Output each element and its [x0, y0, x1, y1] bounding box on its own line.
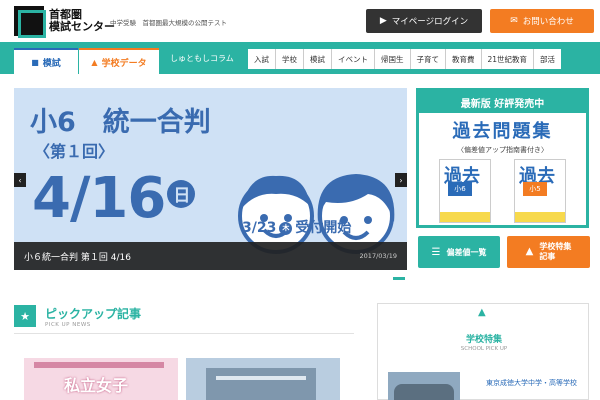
- contact-button[interactable]: ✉ お問い合わせ: [490, 9, 594, 33]
- pickup-subtitle: PICK UP NEWS: [45, 322, 91, 328]
- pickup-article-thumb-2[interactable]: [186, 358, 340, 400]
- reception-day-badge: 木: [279, 221, 293, 235]
- category-menu: 入試 学校 模試 イベント 帰国生 子育て 教育費 21世紀教育 部活: [248, 49, 562, 69]
- slide-title: 小6 統一合判: [30, 107, 211, 138]
- school-pickup-subtitle: SCHOOL PICK UP: [460, 346, 508, 352]
- building-photo-icon: [206, 368, 316, 400]
- hensachi-list-button[interactable]: ☰ 偏差値一覧: [418, 236, 500, 268]
- reception-text: 受付開始: [295, 220, 352, 236]
- category-item-21c[interactable]: 21世紀教育: [480, 49, 534, 69]
- tab-school-data[interactable]: ▲ 学校データ: [79, 48, 159, 74]
- slider-dot-indicator[interactable]: [393, 277, 405, 280]
- school-building-icon: ▲: [478, 307, 486, 318]
- category-item-kosodate[interactable]: 子育て: [409, 49, 446, 69]
- document-icon: ■: [31, 57, 39, 67]
- login-icon: ▶: [379, 16, 387, 26]
- slide-caption-date: 2017/03/19: [359, 252, 397, 260]
- tab-mogi[interactable]: ■ 模試: [14, 48, 78, 74]
- school-pickup-title: 学校特集: [465, 335, 502, 345]
- category-item-mogi[interactable]: 模試: [303, 49, 331, 69]
- book-cover-grade6: 過去 小6: [439, 159, 491, 223]
- reception-start: 3/23 木受付開始: [242, 217, 351, 237]
- school-pickup-link[interactable]: 東京成徳大学中学・高等学校: [486, 377, 582, 389]
- category-item-kyoikuhi[interactable]: 教育費: [445, 49, 481, 69]
- hero-slider[interactable]: 小6 統一合判 〈第１回〉 4/16 日 3/23 木受付開始 小６統一合判 第１回…: [14, 88, 407, 270]
- slide-day-badge: 日: [167, 179, 196, 208]
- contact-label: お問い合わせ: [522, 17, 574, 27]
- book1-stripe: [440, 212, 490, 222]
- column-link[interactable]: しゅともしコラム: [170, 53, 234, 64]
- site-header: 首都圏 模試センター 中学受験 首都圏最大規模の公開テスト ▶ マイページログイ…: [0, 0, 600, 42]
- slider-next-button[interactable]: ›: [395, 173, 407, 187]
- category-item-bukatsu[interactable]: 部活: [533, 49, 561, 69]
- school-feature-label: 学校特集 記事: [539, 242, 571, 262]
- book2-grade-badge: 小5: [523, 182, 547, 196]
- pickup-article-thumb-1[interactable]: 私立女子: [24, 358, 178, 400]
- site-tagline: 中学受験 首都圏最大規模の公開テスト: [110, 19, 227, 27]
- category-item-gakko[interactable]: 学校: [275, 49, 303, 69]
- book2-stripe: [515, 212, 565, 222]
- pickup-title: ピックアップ記事: [45, 307, 142, 321]
- book1-grade-badge: 小6: [448, 182, 472, 196]
- page: 首都圏 模試センター 中学受験 首都圏最大規模の公開テスト ▶ マイページログイ…: [0, 0, 600, 400]
- book-ad-headline: 最新版 好評発売中: [419, 91, 586, 113]
- category-item-event[interactable]: イベント: [331, 49, 374, 69]
- thumb1-ribbon: [34, 362, 164, 368]
- category-item-nyushi[interactable]: 入試: [248, 49, 275, 69]
- school-building-icon: ▲: [525, 246, 534, 257]
- mail-icon: ✉: [510, 16, 518, 26]
- slide-caption-bar[interactable]: 小６統一合判 第１回 4/16 2017/03/19: [14, 242, 407, 270]
- pickup-divider: [14, 333, 354, 334]
- school-pickup-panel: ▲ 学校特集 SCHOOL PICK UP 東京成徳大学中学・高等学校: [377, 303, 589, 400]
- school-feature-button[interactable]: ▲ 学校特集 記事: [507, 236, 590, 268]
- star-icon: ★: [14, 305, 36, 327]
- category-item-kikokusei[interactable]: 帰国生: [374, 49, 410, 69]
- tab-mogi-label: 模試: [42, 58, 61, 69]
- mypage-login-label: マイページログイン: [391, 17, 469, 27]
- slide-subtitle: 〈第１回〉: [34, 142, 115, 161]
- book-ad-subtitle: 〈偏差値アップ指南書付き〉: [457, 146, 548, 154]
- mypage-login-button[interactable]: ▶ マイページログイン: [366, 9, 482, 33]
- school-building-icon: ▲: [91, 57, 98, 67]
- past-exam-book-banner[interactable]: 最新版 好評発売中 過去問題集 〈偏差値アップ指南書付き〉 過去 小6 過去 小…: [416, 88, 589, 228]
- slide-date-text: 4/16: [32, 166, 166, 231]
- tab-school-data-label: 学校データ: [101, 58, 147, 69]
- school-photo[interactable]: [388, 372, 460, 400]
- slide-caption-title: 小６統一合判 第１回 4/16: [24, 253, 131, 263]
- school-feature-label-line1: 学校特集: [539, 242, 572, 251]
- reception-date: 3/23: [242, 220, 277, 236]
- site-logo[interactable]: 首都圏 模試センター: [14, 6, 121, 38]
- slider-prev-button[interactable]: ‹: [14, 173, 26, 187]
- book-ad-title: 過去問題集: [452, 121, 553, 142]
- chevron-left-icon: ‹: [18, 175, 22, 185]
- thumb1-text: 私立女子: [64, 376, 129, 395]
- slide-exam-date: 4/16 日: [32, 166, 196, 231]
- logo-mark-icon: [14, 6, 46, 38]
- book-cover-grade5: 過去 小5: [514, 159, 566, 223]
- chevron-right-icon: ›: [399, 175, 403, 185]
- list-icon: ☰: [431, 246, 441, 258]
- hensachi-list-label: 偏差値一覧: [446, 247, 487, 257]
- school-feature-label-line2: 記事: [539, 252, 556, 261]
